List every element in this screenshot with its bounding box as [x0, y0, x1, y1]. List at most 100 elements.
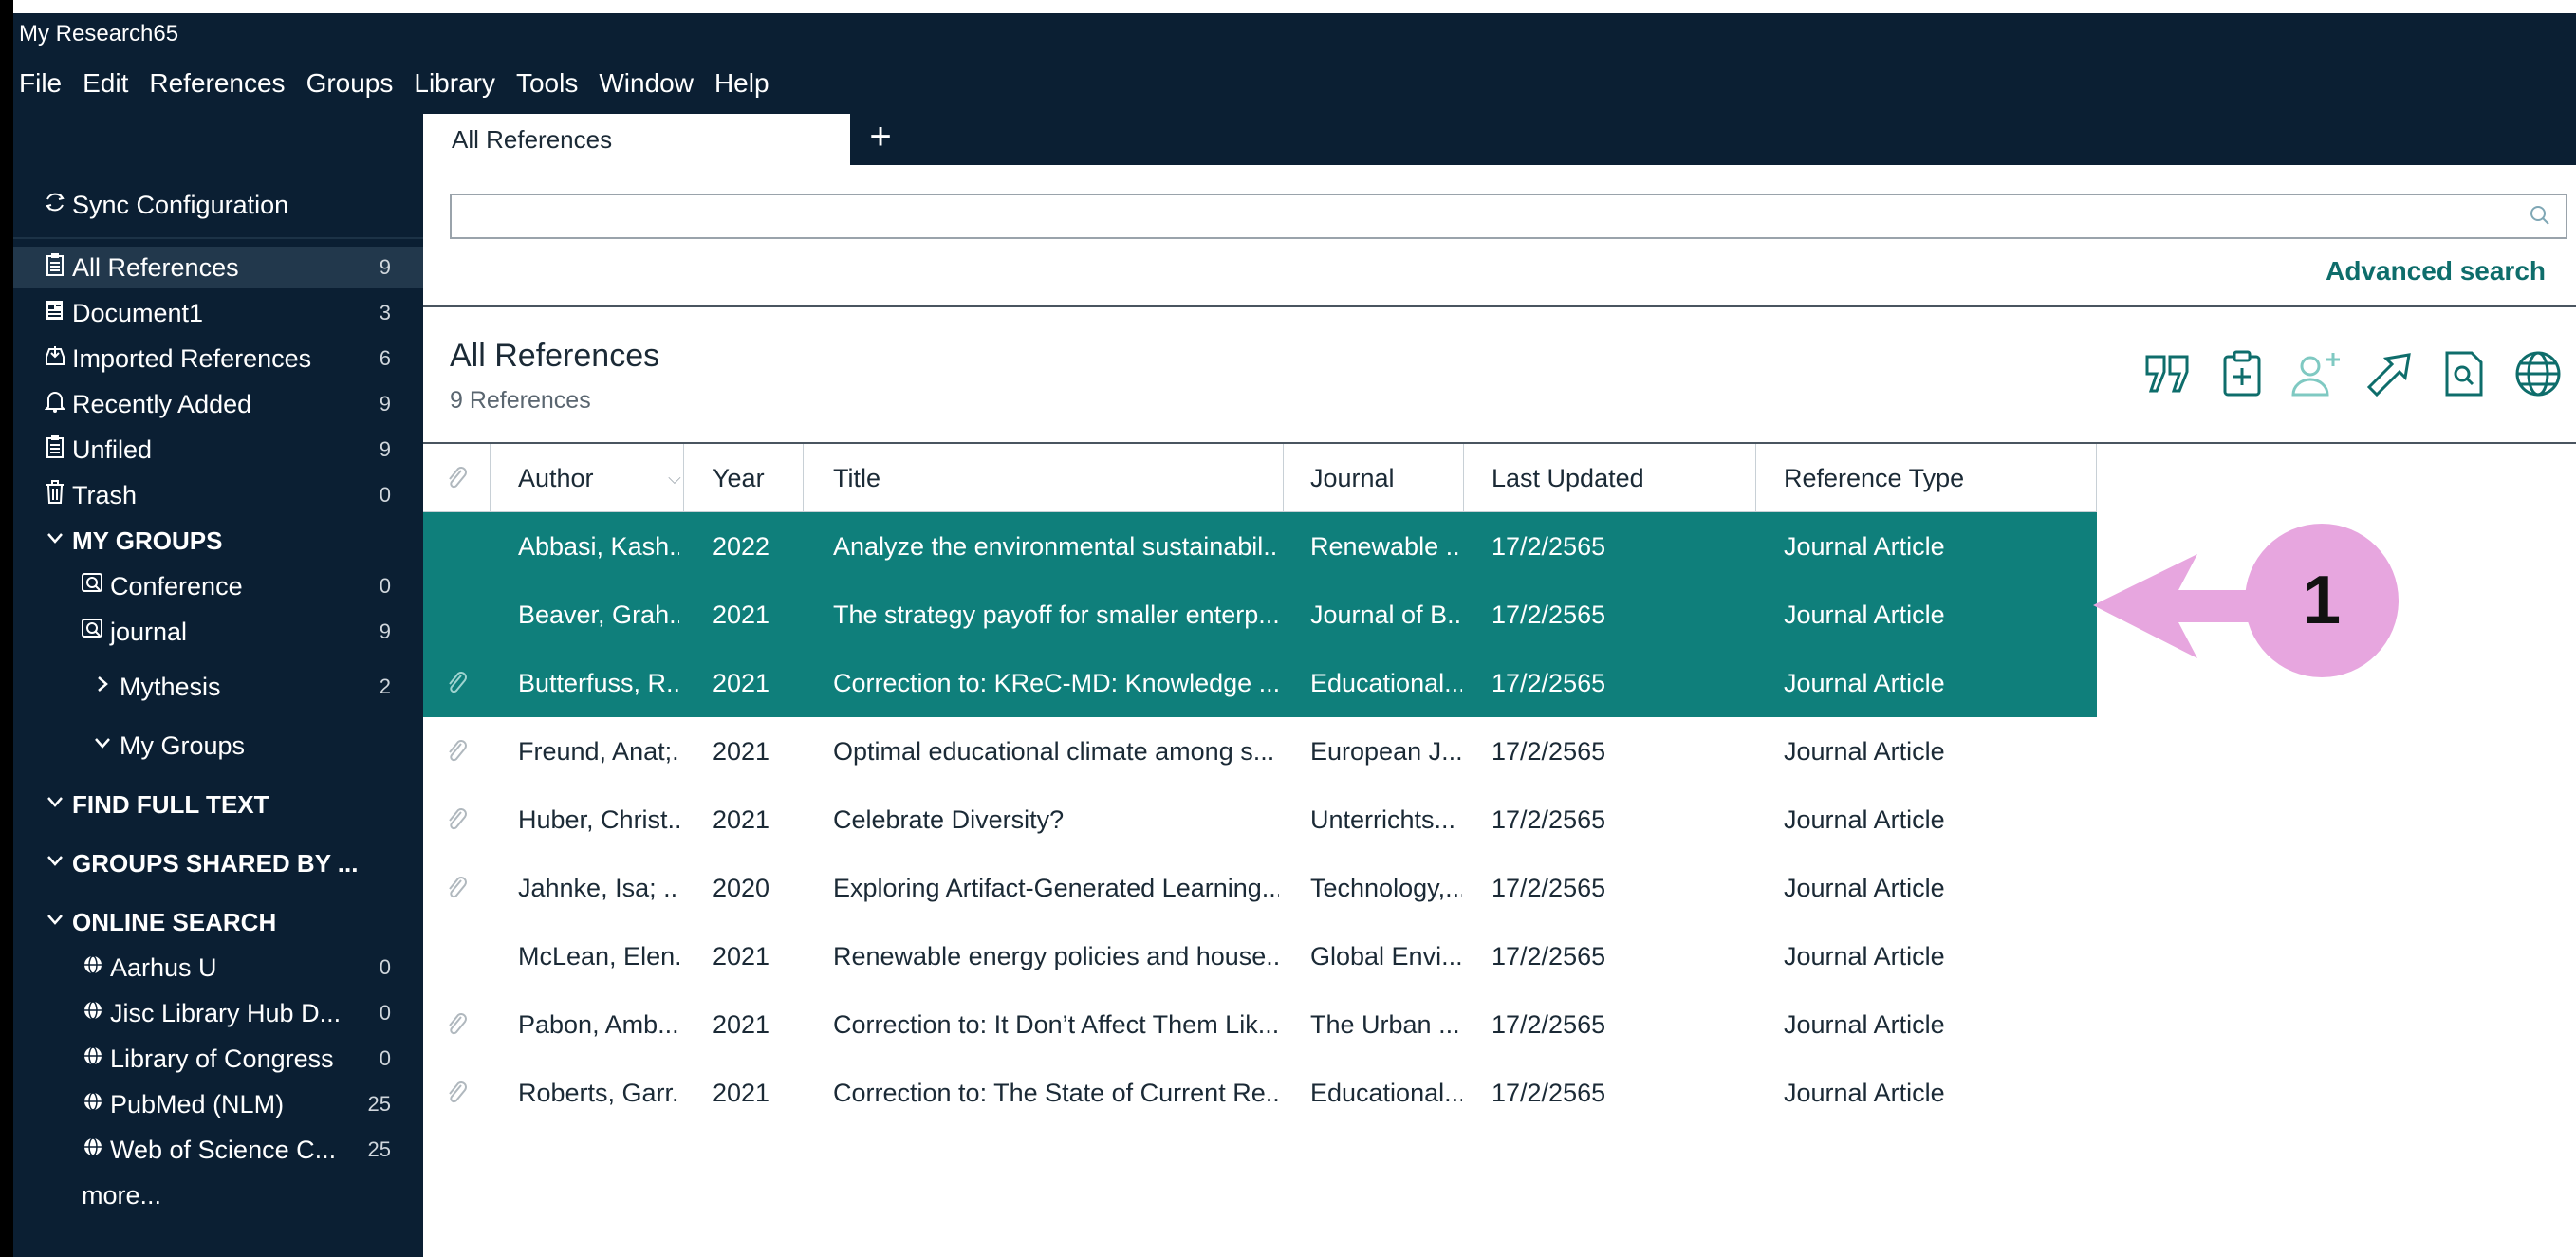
globe-icon[interactable] — [2511, 347, 2565, 400]
table-row[interactable]: Beaver, Grah... 2021 The strategy payoff f… — [423, 581, 2097, 649]
menu-edit[interactable]: Edit — [83, 68, 128, 99]
column-header-title[interactable]: Title — [833, 444, 880, 512]
add-user-icon[interactable] — [2289, 347, 2343, 400]
cell-updated: 17/2/2565 — [1492, 737, 1606, 766]
column-separator[interactable] — [1283, 444, 1284, 512]
sync-configuration[interactable]: Sync Configuration — [13, 184, 423, 226]
menu-file[interactable]: File — [19, 68, 62, 99]
cell-title: Correction to: KReC-MD: Knowledge ... — [833, 669, 1279, 697]
document-icon — [42, 298, 68, 329]
section-find-full-text[interactable]: FIND FULL TEXT — [13, 784, 423, 825]
cell-title: Celebrate Diversity? — [833, 805, 1065, 834]
cell-author: Butterfuss, R... — [518, 669, 679, 697]
group-search-icon — [80, 571, 106, 602]
menu-help[interactable]: Help — [714, 68, 769, 99]
insert-citation-icon[interactable] — [2215, 347, 2269, 400]
table-row[interactable]: Pabon, Amb... 2021 Correction to: It Don’t… — [423, 990, 2097, 1059]
table-row[interactable]: Butterfuss, R... 2021 Correction to: KReC-… — [423, 649, 2097, 717]
sort-chevron-icon[interactable]: ⌵ — [660, 444, 689, 512]
sidebar-item-aarhus[interactable]: Aarhus U 0 — [13, 947, 423, 989]
share-icon[interactable] — [2363, 347, 2417, 400]
menu-tools[interactable]: Tools — [516, 68, 578, 99]
globe-icon — [80, 1136, 106, 1165]
cell-year: 2021 — [713, 1010, 770, 1039]
menu-bar: File Edit References Groups Library Tool… — [19, 68, 769, 99]
cell-year: 2020 — [713, 874, 770, 902]
column-separator[interactable] — [683, 444, 684, 512]
sidebar-item-unfiled[interactable]: Unfiled 9 — [13, 429, 423, 471]
menu-groups[interactable]: Groups — [306, 68, 394, 99]
cell-author: Beaver, Grah... — [518, 601, 679, 629]
cell-author: Pabon, Amb... — [518, 1010, 679, 1039]
sidebar-item-conference[interactable]: Conference 0 — [13, 565, 423, 607]
sidebar-item-trash[interactable]: Trash 0 — [13, 474, 423, 516]
column-header-year[interactable]: Year — [713, 444, 765, 512]
section-heading: GROUPS SHARED BY ... — [72, 848, 359, 878]
column-header-reference-type[interactable]: Reference Type — [1784, 444, 1964, 512]
cell-updated: 17/2/2565 — [1492, 601, 1606, 629]
sidebar-item-count: 9 — [379, 619, 391, 643]
sidebar-item-all-references[interactable]: All References 9 — [13, 247, 423, 288]
sidebar-item-recently-added[interactable]: Recently Added 9 — [13, 383, 423, 425]
cell-title: Exploring Artifact-Generated Learning... — [833, 874, 1279, 902]
cell-year: 2021 — [713, 805, 770, 834]
cell-author: Jahnke, Isa; ... — [518, 874, 679, 902]
sidebar-item-label: Imported References — [72, 343, 312, 373]
menu-references[interactable]: References — [149, 68, 285, 99]
advanced-search-link[interactable]: Advanced search — [2326, 256, 2546, 287]
search-icon[interactable] — [2528, 203, 2552, 228]
sidebar-item-journal[interactable]: journal 9 — [13, 611, 423, 653]
attachment-icon[interactable] — [444, 806, 471, 833]
sidebar-item-web-of-science[interactable]: Web of Science C... 25 — [13, 1129, 423, 1171]
column-separator[interactable] — [490, 444, 491, 512]
column-separator[interactable] — [1463, 444, 1464, 512]
find-in-pdf-icon[interactable] — [2437, 347, 2491, 400]
table-row[interactable]: Huber, Christ... 2021 Celebrate Diversity?… — [423, 786, 2097, 854]
column-header-journal[interactable]: Journal — [1310, 444, 1395, 512]
section-my-groups[interactable]: MY GROUPS — [13, 520, 423, 562]
table-row[interactable]: Abbasi, Kash... 2022 Analyze the environme… — [423, 512, 2097, 581]
sidebar-more-link[interactable]: more... — [13, 1174, 423, 1216]
quote-icon[interactable] — [2141, 347, 2195, 400]
sidebar-item-count: 6 — [379, 346, 391, 370]
sidebar-item-library-of-congress[interactable]: Library of Congress 0 — [13, 1038, 423, 1080]
section-online-search[interactable]: ONLINE SEARCH — [13, 901, 423, 943]
tab-all-references[interactable]: All References — [423, 114, 850, 167]
attachment-icon[interactable] — [444, 1011, 471, 1038]
menu-window[interactable]: Window — [599, 68, 694, 99]
menu-library[interactable]: Library — [414, 68, 495, 99]
attachment-icon[interactable] — [444, 1080, 471, 1106]
sidebar-item-count: 9 — [379, 255, 391, 279]
attachment-icon[interactable] — [444, 670, 471, 696]
cell-journal: Journal of B... — [1310, 601, 1462, 629]
chevron-down-icon — [42, 909, 68, 936]
reference-table: Author ⌵ Year Title Journal Last Updated… — [423, 444, 2097, 1127]
attachment-icon[interactable] — [444, 875, 471, 901]
globe-icon — [80, 1044, 106, 1074]
column-separator[interactable] — [1755, 444, 1756, 512]
sidebar-item-label: PubMed (NLM) — [110, 1089, 285, 1118]
section-heading: ONLINE SEARCH — [72, 907, 277, 936]
column-header-author[interactable]: Author — [518, 444, 594, 512]
table-row[interactable]: McLean, Elen... 2021 Renewable energy poli… — [423, 922, 2097, 990]
reference-count: 9 References — [450, 387, 591, 414]
column-header-last-updated[interactable]: Last Updated — [1492, 444, 1644, 512]
search-input[interactable] — [450, 194, 2567, 239]
add-tab-button[interactable]: + — [860, 110, 901, 163]
section-groups-shared[interactable]: GROUPS SHARED BY ... — [13, 842, 423, 884]
column-separator[interactable] — [2096, 444, 2097, 512]
cell-updated: 17/2/2565 — [1492, 942, 1606, 970]
table-row[interactable]: Jahnke, Isa; ... 2020 Exploring Artifact-G… — [423, 854, 2097, 922]
sidebar-item-my-groups[interactable]: My Groups — [13, 725, 423, 767]
attachment-column-header[interactable] — [444, 444, 471, 512]
sidebar-item-imported-references[interactable]: Imported References 6 — [13, 338, 423, 379]
table-row[interactable]: Roberts, Garr... 2021 Correction to: The S… — [423, 1059, 2097, 1127]
column-separator[interactable] — [803, 444, 804, 512]
chevron-right-icon — [89, 674, 116, 701]
sidebar-item-jisc[interactable]: Jisc Library Hub D... 0 — [13, 992, 423, 1034]
sidebar-item-mythesis[interactable]: Mythesis 2 — [13, 666, 423, 708]
attachment-icon[interactable] — [444, 738, 471, 765]
sidebar-item-document1[interactable]: Document1 3 — [13, 292, 423, 334]
table-row[interactable]: Freund, Anat;... 2021 Optimal educational … — [423, 717, 2097, 786]
sidebar-item-pubmed[interactable]: PubMed (NLM) 25 — [13, 1083, 423, 1125]
